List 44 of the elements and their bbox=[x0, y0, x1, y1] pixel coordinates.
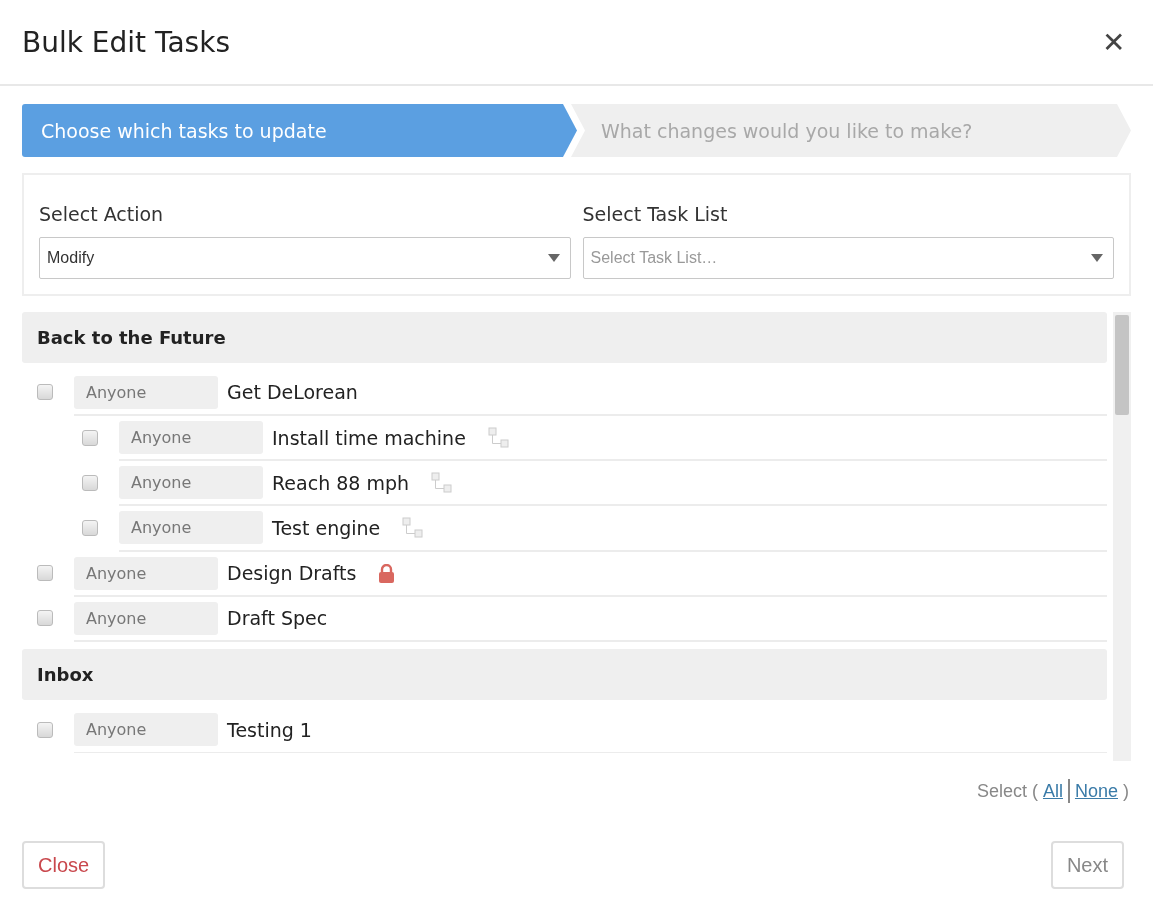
scrollbar[interactable] bbox=[1113, 312, 1131, 761]
assignee-field[interactable]: Anyone bbox=[119, 421, 263, 455]
assignee-field[interactable]: Anyone bbox=[74, 601, 218, 635]
task-name: Draft Spec bbox=[227, 607, 328, 630]
checkbox[interactable] bbox=[82, 474, 98, 491]
task-name: Design Drafts bbox=[227, 562, 357, 585]
checkbox[interactable] bbox=[82, 520, 98, 536]
task-name: Get DeLorean bbox=[227, 381, 358, 404]
assignee-field[interactable]: Anyone bbox=[119, 511, 263, 545]
dialog-title: Bulk Edit Tasks bbox=[22, 25, 230, 59]
wizard-step[interactable]: Choose which tasks to update bbox=[22, 104, 577, 157]
select-field[interactable]: Modify bbox=[39, 237, 571, 279]
assignee-field[interactable]: Anyone bbox=[74, 713, 218, 747]
assignee-field[interactable]: Anyone bbox=[74, 375, 218, 409]
field-label: Select Task List bbox=[582, 203, 729, 225]
task-name: Install time machine bbox=[272, 426, 466, 449]
subtask-icon bbox=[402, 517, 425, 539]
group-header: Inbox bbox=[22, 649, 1107, 701]
caret-icon bbox=[1091, 254, 1103, 262]
select-none-link[interactable]: None bbox=[1074, 780, 1118, 802]
next-button[interactable]: Next bbox=[1050, 841, 1124, 889]
select-label: Select ( bbox=[976, 780, 1038, 802]
group-header: Back to the Future bbox=[22, 312, 1107, 363]
task-name: Testing 1 bbox=[227, 718, 312, 741]
close-button[interactable]: Close bbox=[22, 841, 106, 889]
subtask-icon bbox=[487, 426, 510, 449]
task-name: Test engine bbox=[272, 517, 381, 539]
select-all-link[interactable]: All bbox=[1042, 780, 1063, 802]
task-name: Reach 88 mph bbox=[272, 471, 410, 494]
field-label: Select Action bbox=[39, 203, 165, 225]
lock-icon bbox=[378, 563, 396, 583]
checkbox[interactable] bbox=[37, 565, 53, 582]
assignee-field[interactable]: Anyone bbox=[74, 556, 218, 590]
scrollbar-thumb[interactable] bbox=[1115, 315, 1129, 415]
caret-icon bbox=[547, 254, 560, 262]
wizard-step[interactable]: What changes would you like to make? bbox=[571, 104, 1131, 157]
checkbox[interactable] bbox=[37, 384, 53, 401]
checkbox[interactable] bbox=[37, 610, 53, 627]
checkbox[interactable] bbox=[82, 429, 98, 446]
select-field[interactable]: Select Task List… bbox=[582, 237, 1114, 279]
subtask-icon bbox=[431, 471, 454, 494]
checkbox[interactable] bbox=[37, 721, 53, 738]
closing-paren: ) bbox=[1123, 780, 1129, 802]
assignee-field[interactable]: Anyone bbox=[119, 466, 263, 500]
